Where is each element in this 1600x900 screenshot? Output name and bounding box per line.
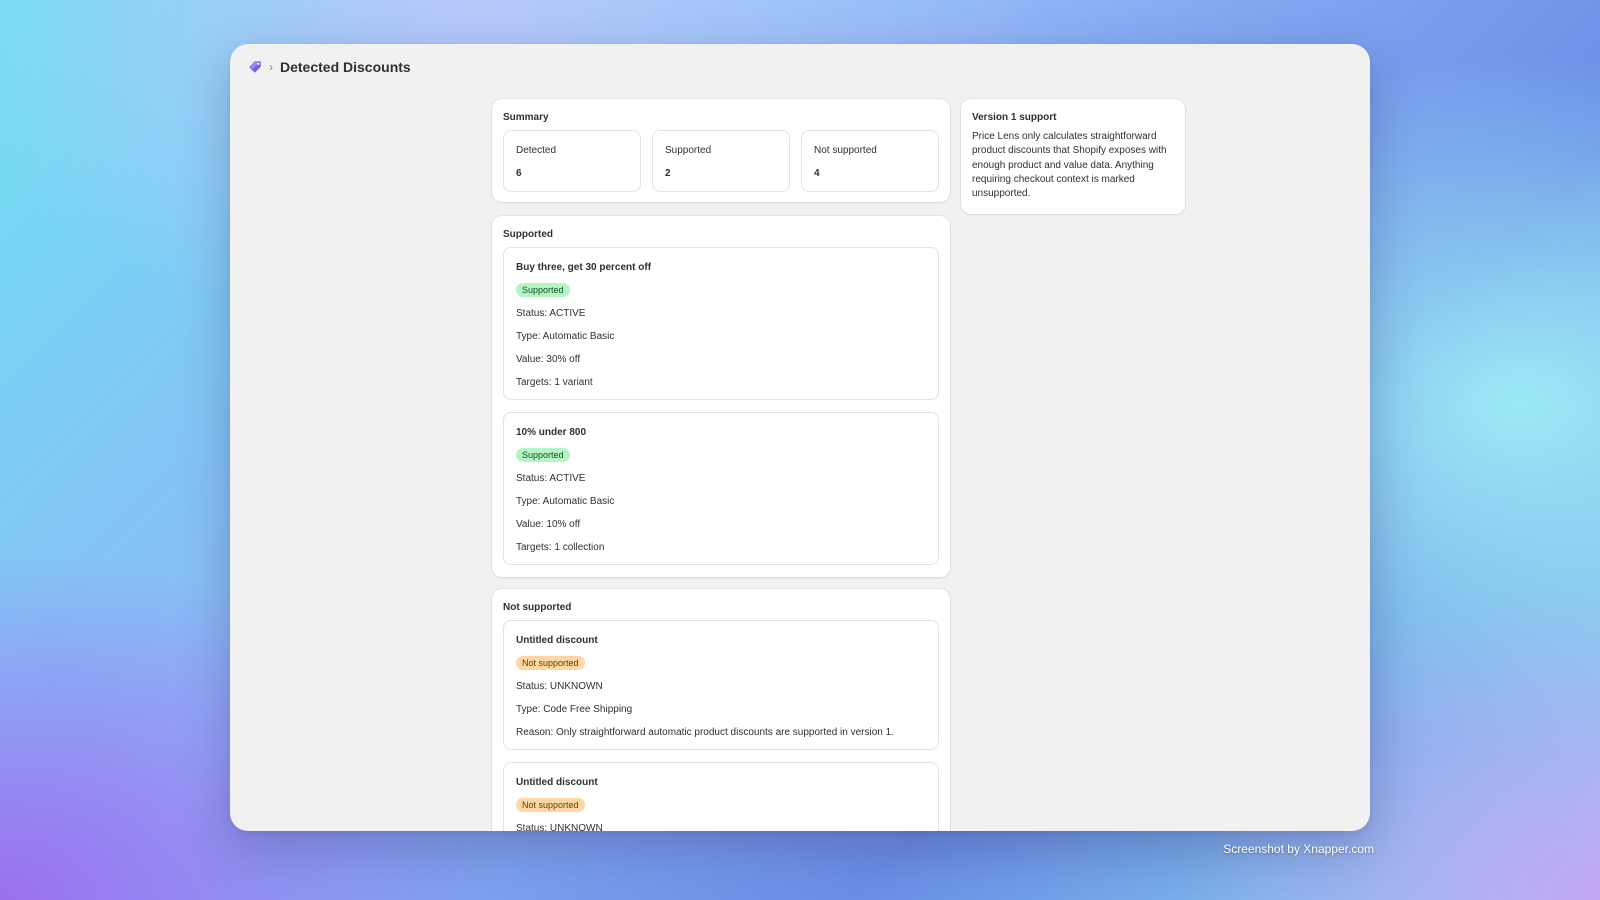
discount-status: Status: ACTIVE: [516, 473, 586, 484]
discount-value: Value: 30% off: [516, 354, 581, 365]
stat-detected: Detected 6: [503, 130, 641, 192]
stat-value: 4: [814, 168, 820, 179]
tag-icon[interactable]: [248, 60, 262, 74]
stat-label: Supported: [665, 145, 712, 156]
not-supported-card: Not supported Untitled discount Not supp…: [492, 589, 950, 831]
discount-item[interactable]: 10% under 800 Supported Status: ACTIVE T…: [503, 412, 939, 565]
discount-name: Untitled discount: [516, 635, 598, 646]
discount-status: Status: UNKNOWN: [516, 823, 603, 831]
version-support-card: Version 1 support Price Lens only calcul…: [961, 99, 1185, 214]
app-window: › Detected Discounts Summary Detected 6 …: [230, 44, 1370, 831]
discount-status: Status: UNKNOWN: [516, 681, 603, 692]
discount-targets: Targets: 1 variant: [516, 377, 593, 388]
page-title: Detected Discounts: [280, 59, 411, 75]
supported-card: Supported Buy three, get 30 percent off …: [492, 216, 950, 577]
discount-reason: Reason: Only straightforward automatic p…: [516, 727, 894, 738]
discount-name: Buy three, get 30 percent off: [516, 262, 652, 273]
stat-not-supported: Not supported 4: [801, 130, 939, 192]
stat-supported: Supported 2: [652, 130, 790, 192]
summary-title: Summary: [503, 112, 549, 123]
version-support-title: Version 1 support: [972, 112, 1057, 123]
discount-item[interactable]: Buy three, get 30 percent off Supported …: [503, 247, 939, 400]
discount-targets: Targets: 1 collection: [516, 542, 605, 553]
version-support-text: Price Lens only calculates straightforwa…: [972, 131, 1167, 200]
discount-type: Type: Code Free Shipping: [516, 704, 633, 715]
discount-value: Value: 10% off: [516, 519, 581, 530]
watermark: Screenshot by Xnapper.com: [1223, 842, 1374, 856]
discount-item[interactable]: Untitled discount Not supported Status: …: [503, 620, 939, 750]
supported-title: Supported: [503, 229, 553, 240]
discount-item[interactable]: Untitled discount Not supported Status: …: [503, 762, 939, 831]
discount-type: Type: Automatic Basic: [516, 496, 615, 507]
status-badge: Not supported: [516, 656, 585, 670]
stat-value: 6: [516, 168, 522, 179]
discount-status: Status: ACTIVE: [516, 308, 586, 319]
discount-name: 10% under 800: [516, 427, 587, 438]
status-badge: Supported: [516, 283, 570, 297]
not-supported-title: Not supported: [503, 602, 572, 613]
summary-card: Summary Detected 6 Supported 2 Not suppo…: [492, 99, 950, 202]
stat-label: Not supported: [814, 145, 877, 156]
status-badge: Not supported: [516, 798, 585, 812]
stat-value: 2: [665, 168, 671, 179]
breadcrumb: › Detected Discounts: [248, 54, 411, 80]
discount-type: Type: Automatic Basic: [516, 331, 615, 342]
chevron-right-icon: ›: [269, 60, 273, 74]
discount-name: Untitled discount: [516, 777, 598, 788]
stat-label: Detected: [516, 145, 557, 156]
status-badge: Supported: [516, 448, 570, 462]
